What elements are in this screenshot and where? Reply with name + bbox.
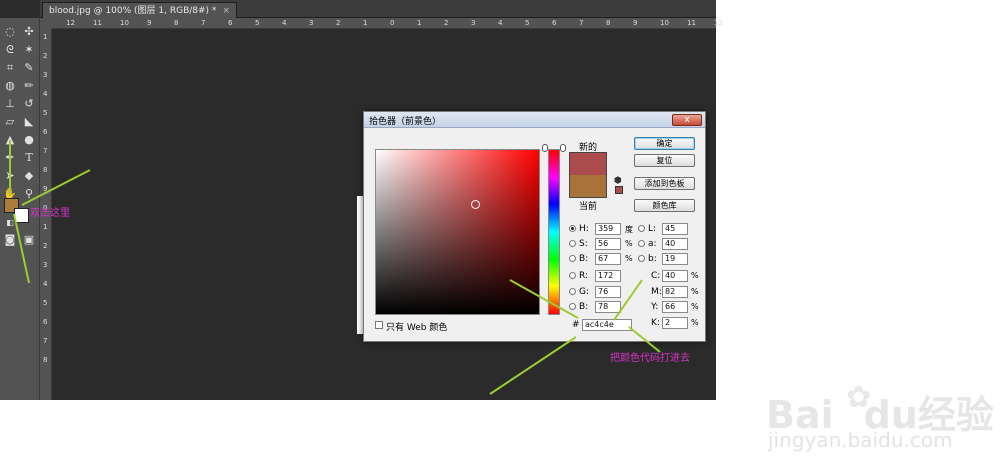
arrow-to-swatch-a [21,169,91,206]
arrow-to-hex-b [489,336,577,395]
watermark-url: jingyan.baidu.com [768,428,953,452]
annotation-double-click: 双击这里 [30,208,70,219]
arrow-to-hex-a [509,279,579,319]
arrow-to-hex-d [613,279,643,321]
annotation-type-code: 把颜色代码打进去 [610,353,690,364]
arrow-to-swatch-c [13,213,30,284]
baidu-paw-icon: ✿ [846,380,872,415]
